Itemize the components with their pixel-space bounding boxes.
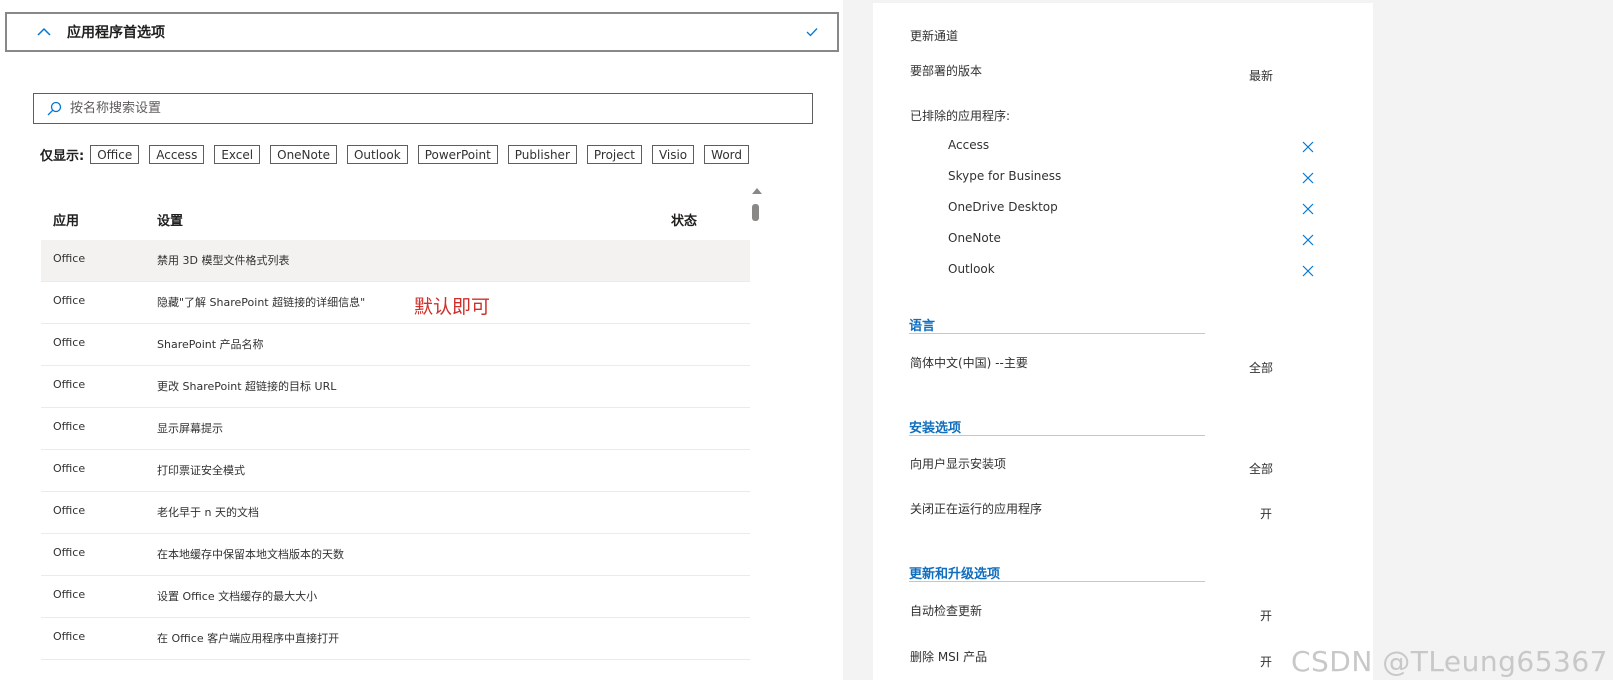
filter-chip-visio[interactable]: Visio — [651, 145, 695, 164]
language-section-title: 语言 — [909, 319, 936, 334]
filter-chip-publisher[interactable]: Publisher — [507, 145, 577, 164]
install-show-label: 向用户显示安装项 — [910, 457, 1007, 471]
column-header-status[interactable]: 状态 — [671, 210, 697, 229]
section-header[interactable]: 应用程序首选项 — [5, 12, 839, 52]
row-app: Office — [53, 588, 86, 601]
excluded-app-item: OneNote — [948, 231, 1001, 245]
section-divider — [909, 333, 1205, 334]
search-field[interactable] — [33, 93, 813, 124]
remove-icon[interactable] — [1302, 169, 1314, 184]
row-app: Office — [53, 420, 86, 433]
column-header-app[interactable]: 应用 — [53, 210, 79, 229]
filter-chip-word[interactable]: Word — [704, 145, 749, 164]
table-header: 应用 设置 状态 — [41, 200, 750, 235]
excluded-app-item: OneDrive Desktop — [948, 200, 1058, 214]
scrollbar-thumb[interactable] — [752, 204, 759, 221]
scroll-up-arrow-icon[interactable] — [752, 188, 762, 194]
updates-section-title: 更新和升级选项 — [909, 567, 1001, 582]
row-app: Office — [53, 378, 86, 391]
row-setting: 在 Office 客户端应用程序中直接打开 — [157, 632, 340, 645]
row-setting: 隐藏"了解 SharePoint 超链接的详细信息" — [157, 296, 366, 309]
row-setting: 在本地缓存中保留本地文档版本的天数 — [157, 548, 344, 561]
language-item-value: 全部 — [1249, 361, 1274, 375]
excluded-app-item: Skype for Business — [948, 169, 1062, 183]
row-setting: 设置 Office 文档缓存的最大大小 — [157, 590, 318, 603]
column-header-setting[interactable]: 设置 — [157, 210, 183, 229]
excluded-app-item: Access — [948, 138, 990, 152]
update-channel-label: 更新通道 — [910, 29, 959, 43]
filter-chip-project[interactable]: Project — [586, 145, 642, 164]
remove-icon[interactable] — [1302, 262, 1314, 277]
auto-update-value: 开 — [1260, 609, 1273, 623]
search-input[interactable] — [68, 100, 772, 117]
table-row[interactable]: Office 隐藏"了解 SharePoint 超链接的详细信息" — [41, 282, 750, 324]
remove-icon[interactable] — [1302, 200, 1314, 215]
row-app: Office — [53, 630, 86, 643]
row-setting: 打印票证安全模式 — [157, 464, 245, 477]
install-show-value: 全部 — [1249, 462, 1274, 476]
language-item-label: 简体中文(中国) --主要 — [910, 356, 1028, 370]
table-row[interactable]: Office 在本地缓存中保留本地文档版本的天数 — [41, 534, 750, 576]
auto-update-label: 自动检查更新 — [910, 604, 983, 618]
row-setting: 显示屏幕提示 — [157, 422, 223, 435]
filter-chip-onenote[interactable]: OneNote — [270, 145, 337, 164]
row-setting: 禁用 3D 模型文件格式列表 — [157, 254, 290, 267]
table-row[interactable]: Office 更改 SharePoint 超链接的目标 URL — [41, 366, 750, 408]
filter-chip-office[interactable]: Office — [90, 145, 140, 164]
settings-list-pane: 应用程序首选项 仅显示: Office Access Excel OneNote… — [0, 0, 843, 680]
filter-label: 仅显示: — [40, 149, 85, 164]
annotation-text: 默认即可 — [414, 296, 491, 318]
row-setting: 老化早于 n 天的文档 — [157, 506, 259, 519]
row-setting: SharePoint 产品名称 — [157, 338, 264, 351]
remove-msi-value: 开 — [1260, 655, 1273, 669]
row-app: Office — [53, 462, 86, 475]
filter-chip-outlook[interactable]: Outlook — [346, 145, 408, 164]
filter-chip-powerpoint[interactable]: PowerPoint — [417, 145, 498, 164]
chevron-up-icon[interactable] — [37, 25, 51, 39]
checkmark-icon — [805, 24, 819, 38]
filter-chip-access[interactable]: Access — [149, 145, 205, 164]
row-app: Office — [53, 336, 86, 349]
search-icon — [46, 101, 62, 117]
settings-table: Office 禁用 3D 模型文件格式列表 Office 隐藏"了解 Share… — [41, 240, 750, 660]
table-row[interactable]: Office 打印票证安全模式 — [41, 450, 750, 492]
section-divider — [909, 581, 1205, 582]
section-title: 应用程序首选项 — [67, 25, 165, 41]
table-row[interactable]: Office 老化早于 n 天的文档 — [41, 492, 750, 534]
table-row[interactable]: Office 设置 Office 文档缓存的最大大小 — [41, 576, 750, 618]
row-app: Office — [53, 252, 86, 265]
remove-icon[interactable] — [1302, 138, 1314, 153]
row-app: Office — [53, 504, 86, 517]
remove-msi-label: 删除 MSI 产品 — [910, 650, 988, 664]
remove-icon[interactable] — [1302, 231, 1314, 246]
filter-chip-excel[interactable]: Excel — [214, 145, 261, 164]
table-row[interactable]: Office 显示屏幕提示 — [41, 408, 750, 450]
excluded-app-item: Outlook — [948, 262, 995, 276]
watermark: CSDN @TLeung65367 — [1290, 645, 1608, 678]
table-row[interactable]: Office 禁用 3D 模型文件格式列表 — [41, 240, 750, 282]
install-section-title: 安装选项 — [909, 421, 962, 436]
table-row[interactable]: Office 在 Office 客户端应用程序中直接打开 — [41, 618, 750, 660]
row-app: Office — [53, 294, 86, 307]
filter-row: 仅显示: Office Access Excel OneNote Outlook… — [40, 145, 759, 164]
row-app: Office — [53, 546, 86, 559]
version-label: 要部署的版本 — [910, 64, 983, 78]
version-value: 最新 — [1249, 69, 1274, 83]
row-setting: 更改 SharePoint 超链接的目标 URL — [157, 380, 337, 393]
install-close-value: 开 — [1260, 507, 1273, 521]
summary-pane: 更新通道 要部署的版本 最新 已排除的应用程序: Access Skype fo… — [873, 3, 1373, 680]
excluded-apps-label: 已排除的应用程序: — [910, 109, 1011, 123]
install-close-label: 关闭正在运行的应用程序 — [910, 502, 1043, 516]
section-divider — [909, 435, 1205, 436]
table-row[interactable]: Office SharePoint 产品名称 — [41, 324, 750, 366]
